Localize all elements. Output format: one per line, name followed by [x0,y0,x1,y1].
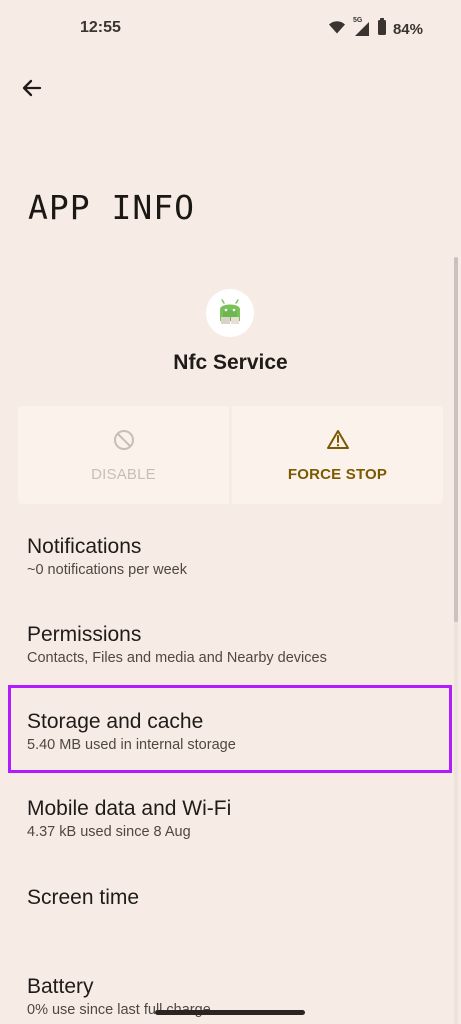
permissions-subtitle: Contacts, Files and media and Nearby dev… [27,650,327,667]
gesture-navigation-bar[interactable] [155,1010,305,1015]
list-item-storage-and-cache[interactable]: Storage and cache 5.40 MB used in intern… [27,710,437,754]
signal-icon: 5G [353,17,371,37]
signal-label: 5G [352,17,363,24]
storage-title: Storage and cache [27,710,204,733]
status-time: 12:55 [80,19,121,36]
disable-button: DISABLE [18,406,229,504]
warning-icon [325,427,351,458]
mobile-data-title: Mobile data and Wi-Fi [27,797,232,820]
app-name: Nfc Service [173,351,288,374]
disable-label: DISABLE [91,466,156,483]
back-button[interactable] [14,72,50,108]
permissions-title: Permissions [27,623,142,646]
notifications-title: Notifications [27,535,142,558]
list-item-permissions[interactable]: Permissions Contacts, Files and media an… [27,623,437,667]
list-item-screen-time[interactable]: Screen time [27,886,437,909]
app-icon [206,289,254,337]
app-actions: DISABLE FORCE STOP [18,406,443,504]
list-item-mobile-data-wifi[interactable]: Mobile data and Wi-Fi 4.37 kB used since… [27,797,437,841]
list-item-notifications[interactable]: Notifications ~0 notifications per week [27,535,437,579]
status-icons: 5G 84% [327,17,423,41]
mobile-data-subtitle: 4.37 kB used since 8 Aug [27,824,191,841]
scrollbar-thumb[interactable] [454,257,458,622]
screen-time-title: Screen time [27,886,140,909]
force-stop-label: FORCE STOP [287,466,388,483]
battery-percentage: 84% [392,20,423,38]
notifications-subtitle: ~0 notifications per week [27,562,187,579]
disable-icon [111,427,137,458]
status-bar: 12:55 5G 84% [0,0,461,58]
battery-icon [377,17,387,41]
app-info-screen: 12:55 5G 84% APP INFO Nfc Service DISABL… [0,0,461,1024]
battery-title: Battery [27,975,94,998]
force-stop-button[interactable]: FORCE STOP [232,406,443,504]
wifi-icon [327,19,347,40]
storage-subtitle: 5.40 MB used in internal storage [27,737,236,754]
android-icon [213,294,247,333]
page-title: APP INFO [28,188,195,227]
back-arrow-icon [20,76,44,105]
